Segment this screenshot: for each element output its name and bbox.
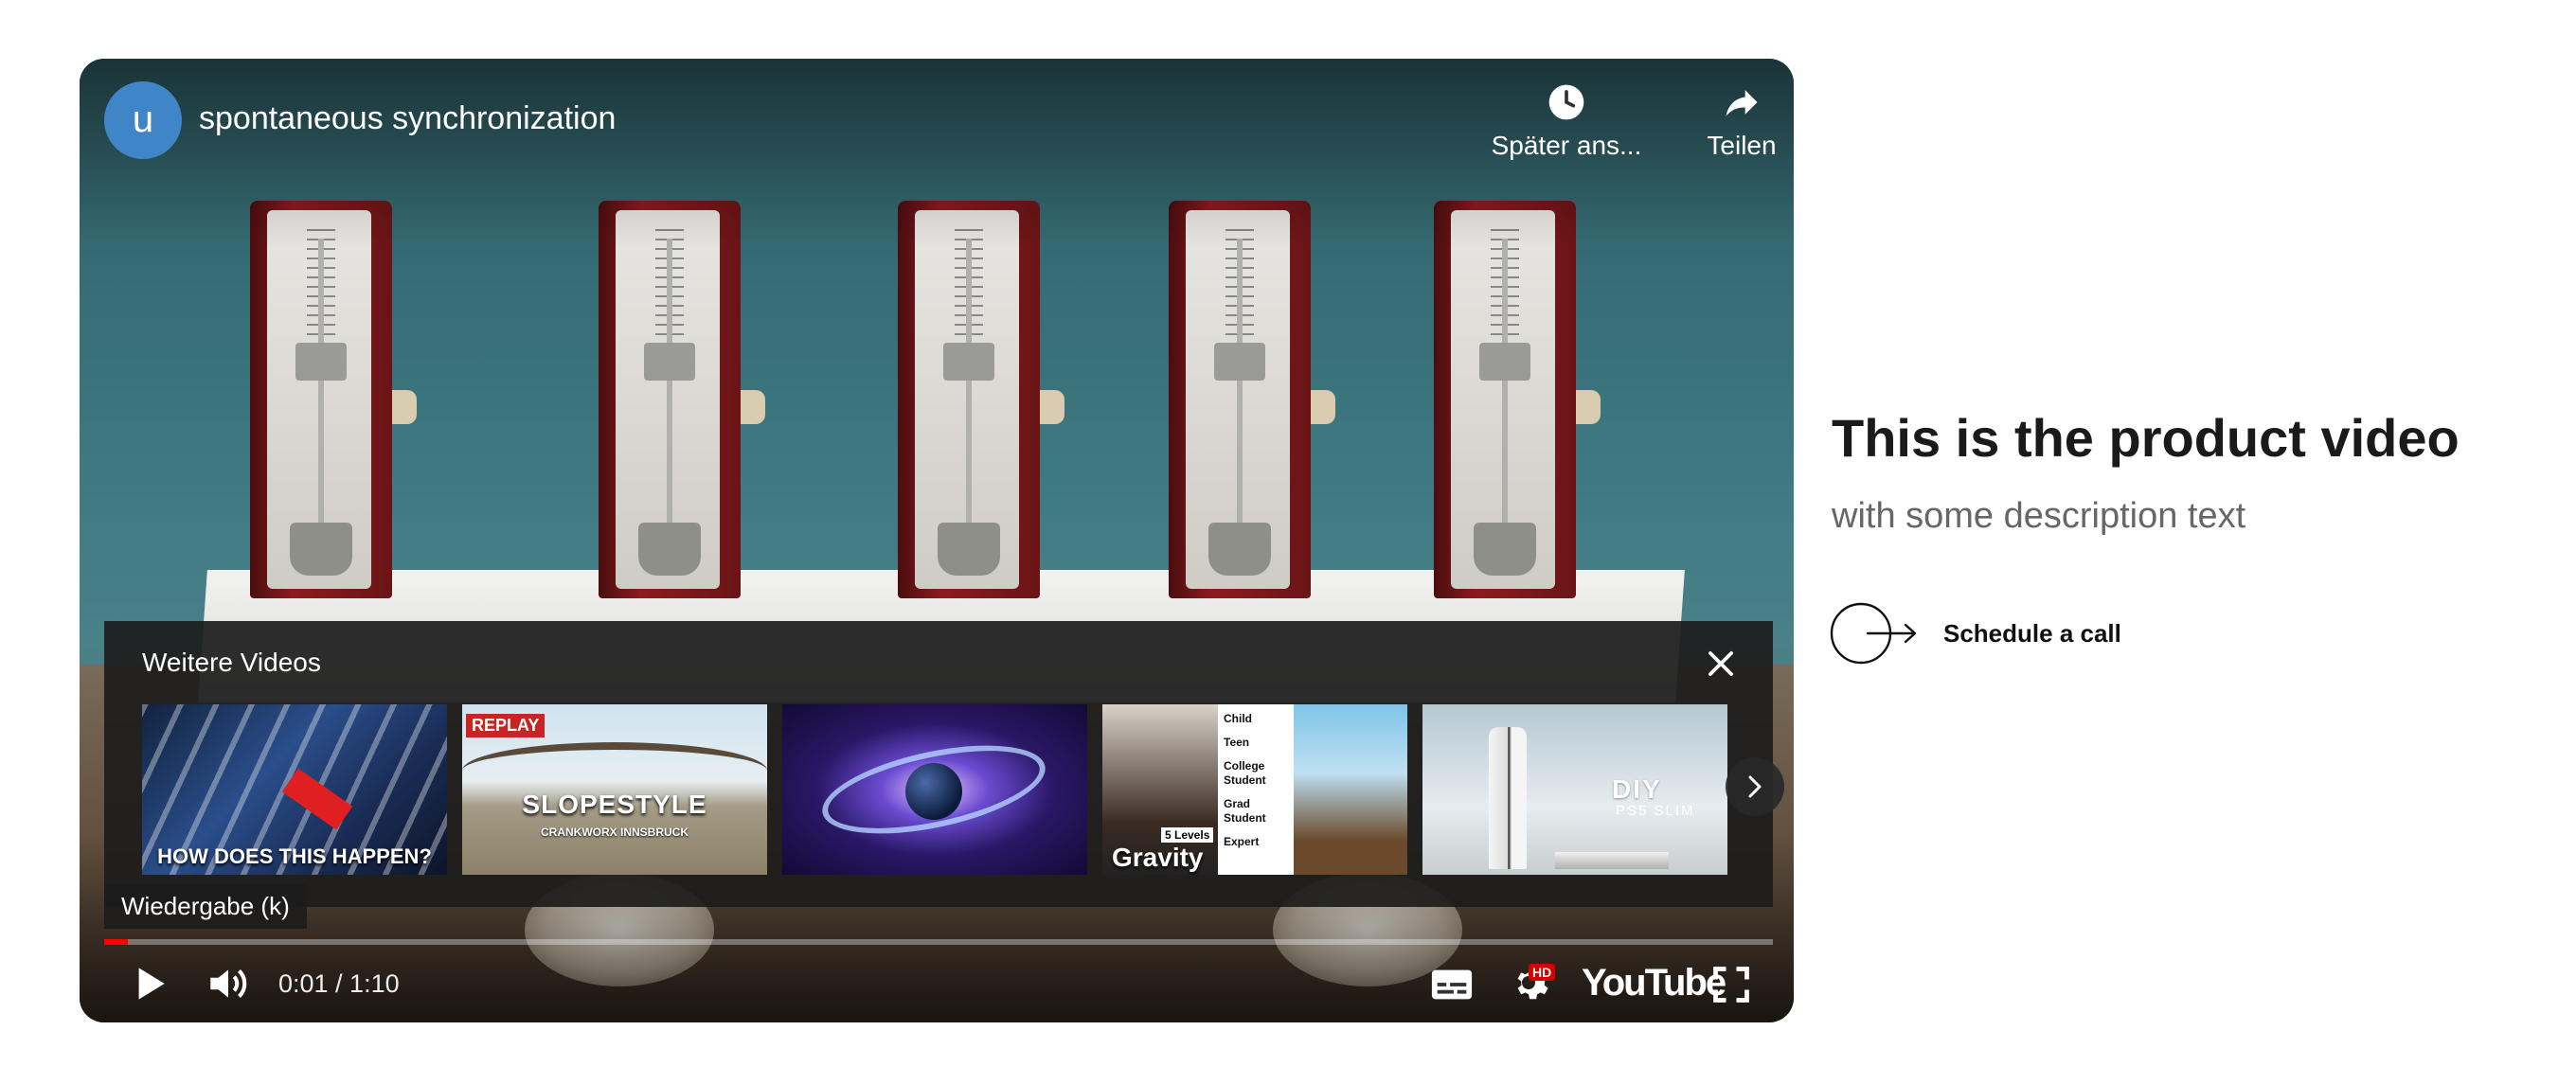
thumbnail-caption: SLOPESTYLE [522, 790, 707, 819]
video-title[interactable]: spontaneous synchronization [199, 100, 616, 137]
thumbnail-caption: DIY [1612, 774, 1662, 804]
play-tooltip: Wiedergabe (k) [104, 884, 307, 929]
product-heading: This is the product video [1832, 408, 2460, 468]
schedule-call-button[interactable]: Schedule a call [1830, 602, 2121, 665]
thumbnail-caption: HOW DOES THIS HAPPEN? [157, 844, 432, 868]
levels-list: Child Teen College Student Grad Student … [1224, 712, 1266, 848]
arrow-circle-icon [1830, 602, 1917, 665]
more-videos-title: Weitere Videos [142, 648, 321, 677]
time-display: 0:01 / 1:10 [278, 969, 400, 998]
subtitles-icon[interactable] [1430, 966, 1474, 1004]
metronome [599, 201, 765, 598]
next-videos-button[interactable] [1726, 757, 1784, 816]
metronome [898, 201, 1064, 598]
video-thumbnail[interactable]: HOW DOES THIS HAPPEN? [142, 704, 447, 875]
thumbnail-subcaption: PS5 SLIM [1616, 803, 1695, 819]
play-icon[interactable] [125, 960, 172, 1007]
thumbnail-subcaption: CRANKWORX INNSBRUCK [541, 826, 689, 839]
share-button[interactable]: Teilen [1690, 81, 1794, 161]
youtube-logo[interactable]: YouTube [1582, 962, 1726, 1004]
watch-later-label: Später ans... [1491, 131, 1642, 160]
product-description: with some description text [1832, 496, 2246, 536]
video-thumbnail[interactable]: DIY PS5 SLIM [1422, 704, 1727, 875]
video-thumbnail[interactable]: REPLAY SLOPESTYLE CRANKWORX INNSBRUCK [462, 704, 767, 875]
clock-icon [1548, 84, 1584, 120]
close-icon[interactable] [1703, 646, 1739, 682]
share-label: Teilen [1707, 131, 1777, 160]
metronome [250, 201, 417, 598]
metronome [1169, 201, 1335, 598]
share-icon [1726, 90, 1758, 116]
thumbnail-badge: REPLAY [466, 714, 546, 737]
video-thumbnail[interactable] [782, 704, 1087, 875]
progress-bar[interactable] [104, 939, 1773, 945]
hd-badge: HD [1529, 964, 1556, 981]
video-thumbnail[interactable]: Child Teen College Student Grad Student … [1102, 704, 1407, 875]
progress-played [104, 939, 128, 945]
volume-icon[interactable] [205, 960, 252, 1007]
more-videos-panel: Weitere Videos HOW DOES THIS HAPPEN? REP… [104, 621, 1784, 907]
chevron-right-icon [1748, 775, 1762, 798]
watch-later-button[interactable]: Später ans... [1462, 81, 1671, 161]
fullscreen-icon[interactable] [1710, 964, 1752, 1005]
thumbnail-caption: Gravity [1112, 843, 1204, 872]
thumbnail-badge: 5 Levels [1161, 827, 1214, 843]
video-player[interactable]: u spontaneous synchronization Später ans… [80, 59, 1794, 1022]
channel-avatar[interactable]: u [104, 81, 182, 159]
schedule-call-label: Schedule a call [1943, 618, 2121, 648]
metronome [1434, 201, 1601, 598]
